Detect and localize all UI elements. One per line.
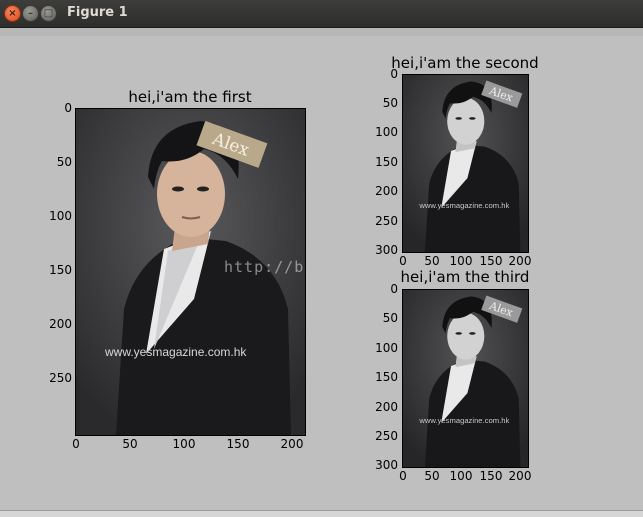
portrait-image-small: Alex www.yesmagazine.com.hk [403,290,528,467]
subplot-2-ytick: 300 [375,243,398,257]
subplot-1-ytick: 250 [49,371,72,385]
image-watermark-2: www.yesmagazine.com.hk [418,201,509,210]
subplot-1-xtick: 50 [122,437,138,451]
subplot-1-ytick: 150 [49,263,72,277]
subplot-1-title: hei,i'am the first [128,88,252,106]
subplot-2-xtick: 50 [424,254,440,268]
subplot-1-ytick: 0 [64,101,72,115]
image-watermark-1: www.yesmagazine.com.hk [104,345,247,359]
subplot-1-xtick: 150 [226,437,250,451]
subplot-2-ytick: 50 [382,96,398,110]
subplot-2-ytick: 0 [390,67,398,81]
blog-watermark: http://b [224,258,305,276]
close-window-button[interactable]: × [4,5,21,22]
portrait-image-medium: Alex www.yesmagazine.com.hk [403,75,528,252]
subplot-3-xtick: 0 [399,469,407,483]
subplot-2-image-frame[interactable]: Alex www.yesmagazine.com.hk [402,74,529,253]
subplot-2-ytick: 150 [375,155,398,169]
subplot-2-xtick: 0 [399,254,407,268]
subplot-1-ytick: 100 [49,209,72,223]
subplot-2-ytick: 100 [375,125,398,139]
minimize-window-button[interactable]: – [22,5,39,22]
image-watermark-3: www.yesmagazine.com.hk [418,416,509,425]
subplot-2-title: hei,i'am the second [391,54,539,72]
subplot-3-xtick: 50 [424,469,440,483]
subplot-3-ytick: 0 [390,282,398,296]
maximize-icon: □ [43,8,54,19]
maximize-window-button[interactable]: □ [40,5,57,22]
subplot-3-xtick: 100 [449,469,473,483]
subplot-3-image-frame[interactable]: Alex www.yesmagazine.com.hk [402,289,529,468]
subplot-3-ytick: 50 [382,311,398,325]
subplot-2-ytick: 250 [375,214,398,228]
window-titlebar[interactable]: × – □ Figure 1 [0,0,643,28]
subplot-2-xtick: 150 [479,254,503,268]
subplot-3-title: hei,i'am the third [400,268,530,286]
window-title: Figure 1 [67,5,128,20]
subplot-3-ytick: 100 [375,341,398,355]
subplot-2-ytick: 200 [375,184,398,198]
subplot-1-xtick: 100 [172,437,196,451]
subplot-3-ytick: 150 [375,370,398,384]
subplot-1-xtick: 200 [280,437,304,451]
subplot-1-ytick: 50 [56,155,72,169]
subplot-3-ytick: 200 [375,400,398,414]
subplot-3-ytick: 300 [375,458,398,472]
subplot-2-xtick: 200 [508,254,532,268]
subplot-3-xtick: 200 [508,469,532,483]
subplot-3-xtick: 150 [479,469,503,483]
subplot-1-ytick: 200 [49,317,72,331]
minimize-icon: – [28,8,33,19]
figure-toolbar-strip [0,28,643,36]
subplot-3-ytick: 250 [375,429,398,443]
subplot-1-xtick: 0 [72,437,80,451]
subplot-2-xtick: 100 [449,254,473,268]
close-icon: × [8,8,17,19]
